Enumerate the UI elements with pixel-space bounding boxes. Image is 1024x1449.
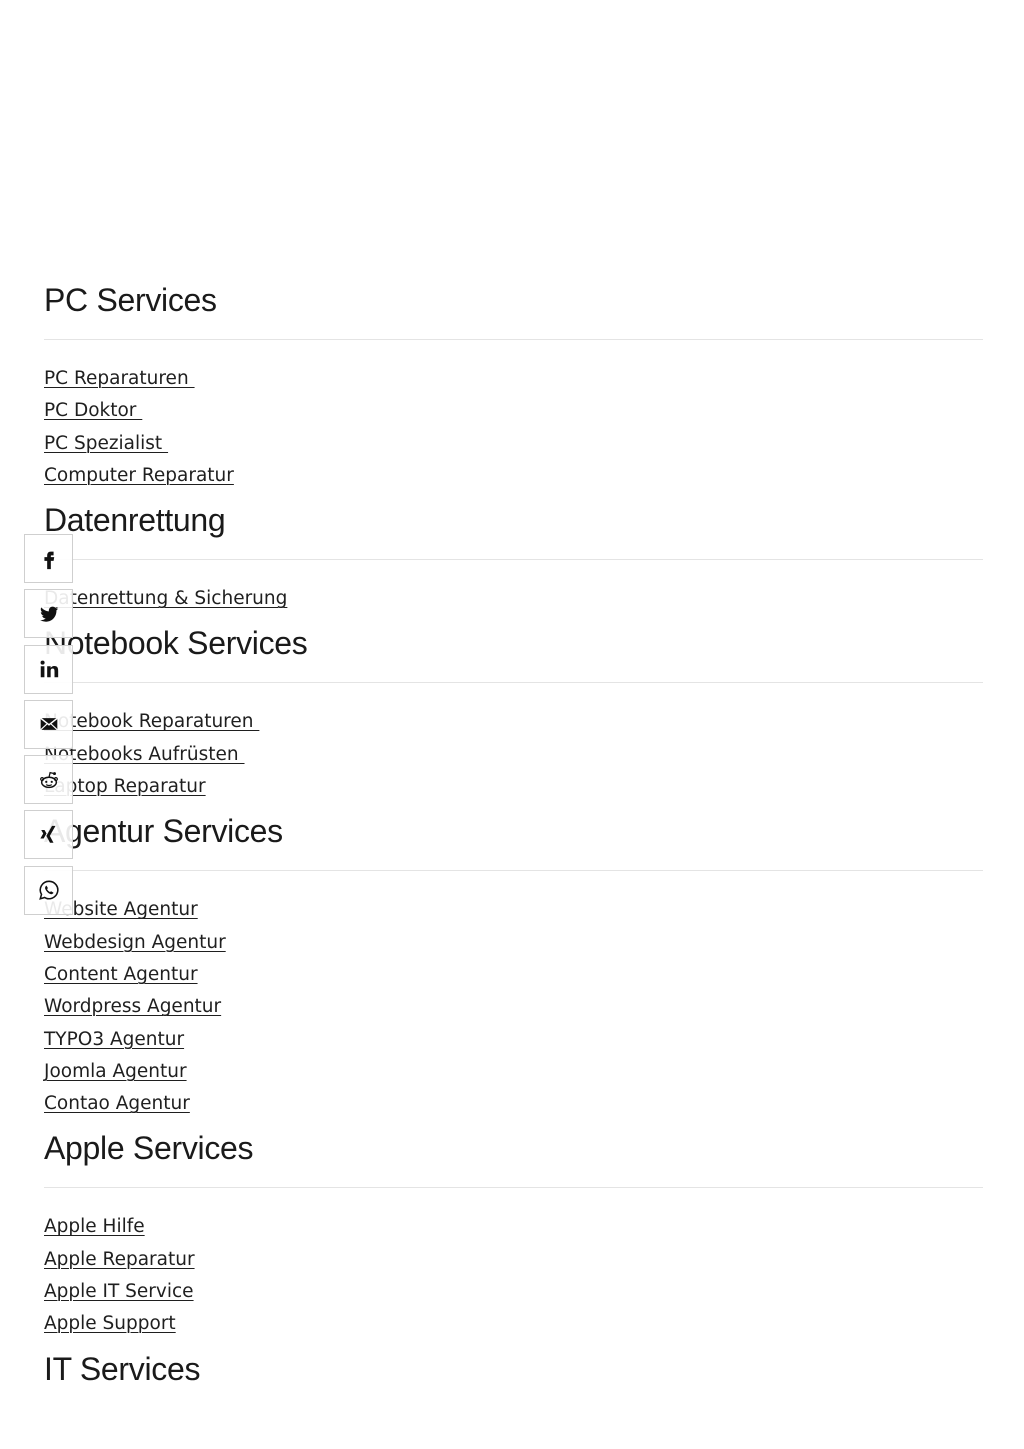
link-list: Apple Hilfe Apple Reparatur Apple IT Ser…	[44, 1213, 983, 1342]
list-item: Laptop Reparatur	[44, 773, 983, 805]
list-item: TYPO3 Agentur	[44, 1026, 983, 1058]
link-apple-support[interactable]: Apple Support	[44, 1313, 176, 1334]
list-item: Apple IT Service	[44, 1278, 983, 1310]
share-reddit-button[interactable]	[24, 755, 73, 805]
social-share-bar	[24, 534, 73, 921]
link-wordpress-agentur[interactable]: Wordpress Agentur	[44, 996, 221, 1017]
link-list: PC Reparaturen PC Doktor PC Spezialist C…	[44, 365, 983, 494]
link-list: Website Agentur Webdesign Agentur Conten…	[44, 896, 983, 1122]
link-apple-reparatur[interactable]: Apple Reparatur	[44, 1249, 195, 1270]
link-notebooks-aufruesten[interactable]: Notebooks Aufrüsten	[44, 744, 245, 765]
section-notebook-services: Notebook Services Notebook Reparaturen N…	[44, 620, 983, 805]
share-email-button[interactable]	[24, 699, 73, 749]
facebook-icon	[43, 551, 54, 569]
link-list: Datenrettung & Sicherung	[44, 585, 983, 617]
divider	[44, 682, 983, 684]
link-list: Notebook Reparaturen Notebooks Aufrüsten…	[44, 708, 983, 805]
divider	[44, 870, 983, 872]
section-datenrettung: Datenrettung Datenrettung & Sicherung	[44, 497, 983, 617]
link-content-agentur[interactable]: Content Agentur	[44, 964, 198, 985]
link-pc-doktor[interactable]: PC Doktor	[44, 400, 142, 421]
section-title: IT Services	[44, 1350, 201, 1387]
list-item: Content Agentur	[44, 961, 983, 993]
list-item: Wordpress Agentur	[44, 993, 983, 1025]
section-agentur-services: Agentur Services Website Agentur Webdesi…	[44, 808, 983, 1122]
divider	[44, 339, 983, 340]
link-notebook-reparaturen[interactable]: Notebook Reparaturen	[44, 711, 259, 732]
list-item: Joomla Agentur	[44, 1058, 983, 1090]
list-item: PC Doktor	[44, 397, 983, 429]
section-title: Datenrettung	[44, 502, 226, 539]
list-item: Contao Agentur	[44, 1090, 983, 1122]
list-item: Apple Hilfe	[44, 1213, 983, 1245]
main-content: PC Services PC Reparaturen PC Doktor PC …	[44, 277, 983, 1395]
list-item: Notebooks Aufrüsten	[44, 741, 983, 773]
link-typo3-agentur[interactable]: TYPO3 Agentur	[44, 1029, 184, 1050]
link-contao-agentur[interactable]: Contao Agentur	[44, 1093, 190, 1114]
section-title: PC Services	[44, 282, 217, 318]
list-item: Notebook Reparaturen	[44, 708, 983, 740]
section-title: Agentur Services	[44, 813, 283, 850]
list-item: Computer Reparatur	[44, 462, 983, 494]
xing-icon	[39, 825, 56, 843]
link-joomla-agentur[interactable]: Joomla Agentur	[44, 1061, 187, 1082]
section-title: Apple Services	[44, 1130, 254, 1167]
share-linkedin-button[interactable]	[24, 644, 73, 694]
link-datenrettung-sicherung[interactable]: Datenrettung & Sicherung	[44, 588, 287, 609]
section-apple-services: Apple Services Apple Hilfe Apple Reparat…	[44, 1125, 983, 1342]
twitter-icon	[39, 606, 58, 622]
link-pc-spezialist[interactable]: PC Spezialist	[44, 433, 168, 454]
list-item: Webdesign Agentur	[44, 929, 983, 961]
link-apple-hilfe[interactable]: Apple Hilfe	[44, 1216, 145, 1237]
email-icon	[39, 717, 58, 731]
divider	[44, 1187, 983, 1189]
list-item: Apple Support	[44, 1310, 983, 1342]
link-apple-it-service[interactable]: Apple IT Service	[44, 1281, 194, 1302]
share-xing-button[interactable]	[24, 810, 73, 860]
link-webdesign-agentur[interactable]: Webdesign Agentur	[44, 932, 226, 953]
list-item: Datenrettung & Sicherung	[44, 585, 983, 617]
list-item: PC Spezialist	[44, 430, 983, 462]
whatsapp-icon	[38, 880, 59, 901]
link-pc-reparaturen[interactable]: PC Reparaturen	[44, 368, 195, 389]
section-it-services: IT Services	[44, 1346, 983, 1392]
share-facebook-button[interactable]	[24, 534, 73, 583]
list-item: Website Agentur	[44, 896, 983, 928]
linkedin-icon	[40, 660, 58, 678]
section-title: Notebook Services	[44, 625, 308, 662]
link-computer-reparatur[interactable]: Computer Reparatur	[44, 465, 234, 486]
section-pc-services: PC Services PC Reparaturen PC Doktor PC …	[44, 277, 983, 494]
share-twitter-button[interactable]	[24, 589, 73, 639]
list-item: Apple Reparatur	[44, 1246, 983, 1278]
list-item: PC Reparaturen	[44, 365, 983, 397]
divider	[44, 559, 983, 561]
reddit-icon	[39, 771, 58, 788]
share-whatsapp-button[interactable]	[24, 865, 73, 915]
